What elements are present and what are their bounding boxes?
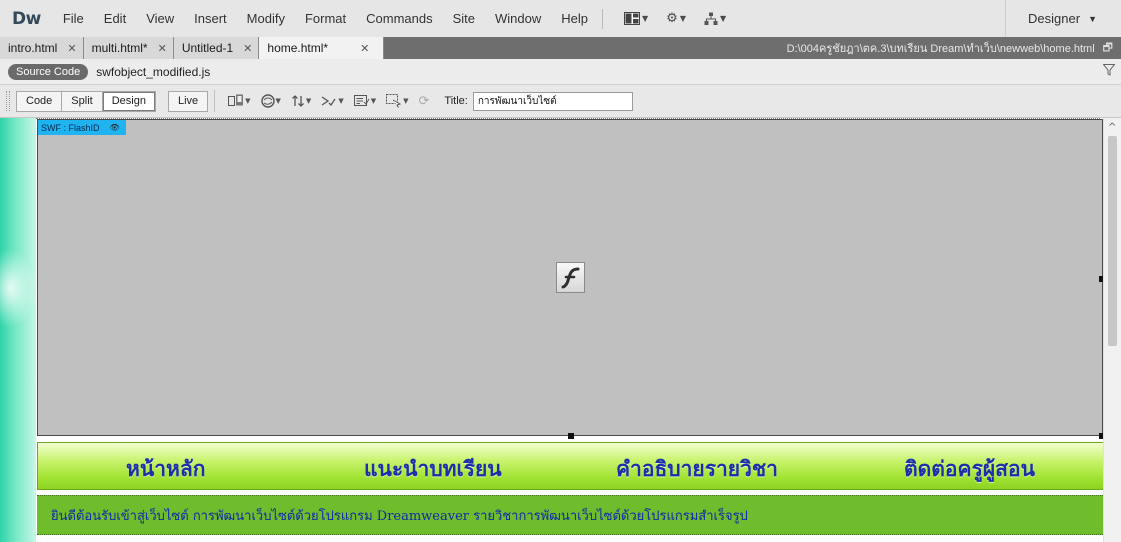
menu-view[interactable]: View — [136, 11, 184, 26]
design-view: SWF : FlashID 👁 หน้าหลัก แนะนำบทเรียน คำ… — [0, 118, 1121, 542]
document-tab-bar: intro.html ✕ multi.html* ✕ Untitled-1 ✕ … — [0, 37, 1121, 59]
visual-aids-icon[interactable]: ▼ — [353, 94, 376, 108]
site-map-icon[interactable]: ▼ — [704, 12, 726, 26]
split-view-button[interactable]: Split — [61, 90, 102, 112]
dreamweaver-logo: Dw — [12, 8, 41, 29]
welcome-text: ยินดีต้อนรับเข้าสู่เว็บไซต์ การพัฒนาเว็บ… — [51, 508, 748, 524]
tab-label: intro.html — [8, 41, 58, 55]
inspect-icon[interactable]: ▼ — [386, 94, 408, 108]
menu-help[interactable]: Help — [551, 11, 598, 26]
tab-label: home.html* — [267, 41, 329, 55]
menu-file[interactable]: File — [53, 11, 94, 26]
toolbar-separator — [214, 90, 216, 112]
file-management-icon[interactable]: ▼ — [291, 94, 311, 108]
close-icon[interactable]: ✕ — [158, 42, 167, 55]
swf-label: SWF : FlashID — [41, 122, 100, 133]
menu-edit[interactable]: Edit — [94, 11, 136, 26]
resize-handle-bottom[interactable] — [568, 433, 574, 439]
menu-site[interactable]: Site — [443, 11, 485, 26]
menu-format[interactable]: Format — [295, 11, 356, 26]
nav-lesson-intro[interactable]: แนะนำบทเรียน — [364, 453, 502, 486]
document-toolbar: Code Split Design Live ▼ ▼ ▼ ▼ ▼ ▼ ⟳ Tit… — [0, 85, 1121, 118]
title-label: Title: — [444, 95, 468, 107]
view-switcher: Code Split Design — [16, 90, 156, 112]
eye-icon[interactable]: 👁 — [110, 123, 120, 132]
nav-bar: หน้าหลัก แนะนำบทเรียน คำอธิบายรายวิชา ติ… — [37, 442, 1105, 490]
menu-commands[interactable]: Commands — [356, 11, 442, 26]
toolbar-grip[interactable] — [6, 91, 10, 111]
menu-window[interactable]: Window — [485, 11, 551, 26]
file-path-text: D:\004ครูชัยฎา\ตค.3\บทเรียน Dream\ทำเว็บ… — [786, 43, 1095, 55]
tab-untitled-1[interactable]: Untitled-1 ✕ — [173, 37, 260, 59]
related-file-link[interactable]: swfobject_modified.js — [96, 65, 210, 79]
menu-modify[interactable]: Modify — [237, 11, 295, 26]
swf-placeholder[interactable]: SWF : FlashID 👁 — [37, 119, 1103, 436]
menu-separator — [602, 8, 603, 29]
gear-icon[interactable]: ⚙ ▼ — [666, 11, 686, 26]
code-view-button[interactable]: Code — [16, 90, 62, 112]
live-view-group: Live — [167, 90, 209, 112]
tab-label: Untitled-1 — [181, 41, 234, 55]
tab-multi[interactable]: multi.html* ✕ — [83, 37, 174, 59]
title-input[interactable] — [472, 91, 633, 111]
chevron-down-icon: ▼ — [1088, 13, 1097, 24]
close-icon[interactable]: ✕ — [360, 42, 369, 55]
live-view-button[interactable]: Live — [167, 90, 209, 112]
tab-intro[interactable]: intro.html ✕ — [0, 37, 84, 59]
close-icon[interactable]: ✕ — [243, 42, 252, 55]
design-view-button[interactable]: Design — [101, 90, 156, 112]
layout-icon[interactable]: ▼ — [624, 12, 648, 25]
nav-home[interactable]: หน้าหลัก — [126, 453, 205, 486]
multiscreen-icon[interactable]: ▼ — [228, 94, 251, 108]
welcome-banner: ยินดีต้อนรับเข้าสู่เว็บไซต์ การพัฒนาเว็บ… — [37, 495, 1105, 535]
workspace-switcher[interactable]: Designer ▼ — [1005, 0, 1121, 37]
flash-icon — [556, 262, 585, 293]
close-icon[interactable]: ✕ — [67, 42, 76, 55]
refresh-icon[interactable]: ⟳ — [418, 94, 429, 109]
workspace-label: Designer — [1028, 11, 1081, 26]
scroll-up-icon[interactable]: ^ — [1108, 122, 1116, 133]
related-files-bar: Source Code swfobject_modified.js — [0, 59, 1121, 85]
swf-tag[interactable]: SWF : FlashID 👁 — [38, 120, 126, 135]
menu-bar: Dw File Edit View Insert Modify Format C… — [0, 0, 1121, 37]
preview-in-browser-icon[interactable]: ▼ — [260, 94, 281, 108]
w3c-validation-icon[interactable]: ▼ — [321, 94, 344, 108]
nav-course-description[interactable]: คำอธิบายรายวิชา — [616, 453, 778, 486]
restore-window-icon[interactable]: 🗗 — [1103, 39, 1113, 58]
page-background-gradient — [0, 118, 36, 542]
file-path: D:\004ครูชัยฎา\ตค.3\บทเรียน Dream\ทำเว็บ… — [787, 37, 1113, 59]
menu-insert[interactable]: Insert — [184, 11, 237, 26]
source-code-button[interactable]: Source Code — [8, 63, 89, 80]
vertical-scrollbar[interactable]: ^ — [1103, 118, 1121, 542]
tab-home[interactable]: home.html* ✕ — [259, 37, 385, 59]
tab-label: multi.html* — [91, 41, 148, 55]
nav-contact-teacher[interactable]: ติดต่อครูผู้สอน — [904, 453, 1035, 486]
scrollbar-thumb[interactable] — [1108, 136, 1117, 346]
filter-icon[interactable] — [1102, 64, 1116, 80]
